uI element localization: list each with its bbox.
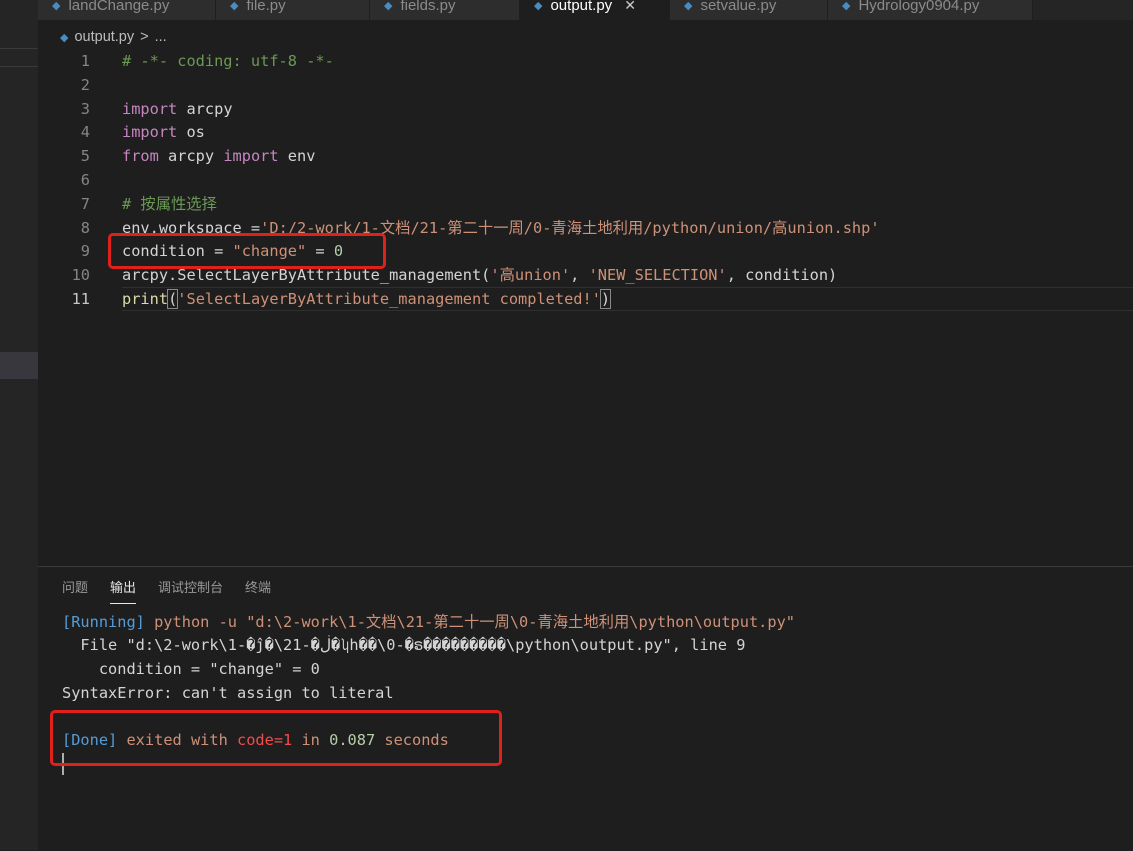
code-token: , (570, 266, 589, 285)
code-token: import (122, 99, 178, 118)
line-number: 3 (80, 99, 90, 118)
breadcrumb: ◆ output.py > ... (60, 26, 167, 48)
code-text: print('SelectLayerByAttribute_management… (122, 287, 612, 311)
code-line[interactable]: 6 (38, 168, 1133, 192)
code-token: 'SelectLayerByAttribute_management compl… (177, 290, 601, 308)
code-line[interactable]: 1 # -*- coding: utf-8 -*- (38, 49, 1133, 73)
breadcrumb-file[interactable]: output.py (74, 29, 134, 45)
code-token: import (223, 147, 279, 166)
breadcrumb-more[interactable]: ... (155, 29, 167, 45)
activity-divider (0, 66, 38, 67)
python-file-icon: ◆ (684, 0, 693, 12)
code-token: os (177, 123, 205, 142)
code-line[interactable]: 11 print('SelectLayerByAttribute_manageme… (38, 287, 1133, 311)
code-text: # -*- coding: utf-8 -*- (122, 49, 334, 73)
tab-output[interactable]: ◆ output.py ✕ (520, 0, 670, 20)
tab-label: setvalue.py (700, 0, 777, 14)
python-file-icon: ◆ (534, 0, 543, 12)
tab-debug-console[interactable]: 调试控制台 (158, 577, 223, 603)
tab-problems[interactable]: 问题 (62, 577, 88, 603)
output-token: SyntaxError: can't assign to literal (62, 684, 394, 702)
code-token: env (278, 147, 316, 166)
tab-file[interactable]: ◆ file.py (216, 0, 370, 20)
bottom-panel: 问题 输出 调试控制台 终端 [Running] python -u "d:\2… (38, 566, 1133, 851)
highlight-box-done (50, 710, 502, 766)
tab-label: Hydrology0904.py (858, 0, 980, 14)
tab-label: file.py (246, 0, 286, 14)
output-token: [Running] (62, 613, 145, 631)
code-text: import os (122, 120, 205, 144)
code-token: from (122, 147, 159, 166)
output-line: condition = "change" = 0 (62, 657, 320, 681)
code-token: arcpy (158, 147, 224, 166)
line-number: 8 (80, 218, 90, 237)
python-file-icon: ◆ (52, 0, 61, 12)
line-number: 6 (80, 171, 90, 189)
python-file-icon: ◆ (842, 0, 851, 12)
tab-label: output.py (550, 0, 613, 14)
tab-output-panel[interactable]: 输出 (110, 577, 137, 604)
code-line[interactable]: 5 from arcpy import env (38, 144, 1133, 168)
breadcrumb-separator: > (140, 29, 149, 45)
output-line: File "d:\2-work\1-�ĵ�\21-�ڶ�ʮһ��\0-�ຣ���… (62, 633, 745, 657)
line-number: 4 (80, 123, 90, 142)
code-token: '高union' (490, 266, 571, 285)
tab-hydrology[interactable]: ◆ Hydrology0904.py (828, 0, 1033, 20)
highlight-box-line9 (108, 233, 386, 269)
python-file-icon: ◆ (384, 0, 393, 12)
code-token: print (122, 290, 169, 308)
output-token: python -u "d:\2-work\1-文档\21-第二十一周\0-青海土… (144, 613, 796, 631)
close-icon[interactable]: ✕ (624, 0, 636, 14)
code-text: from arcpy import env (122, 144, 315, 168)
editor-tab-bar: ◆ landChange.py ◆ file.py ◆ fields.py ◆ … (38, 0, 1133, 20)
tab-terminal[interactable]: 终端 (245, 577, 271, 603)
activity-divider (0, 48, 38, 49)
tab-fields[interactable]: ◆ fields.py (370, 0, 520, 20)
code-text: import arcpy (122, 97, 233, 121)
output-line: [Running] python -u "d:\2-work\1-文档\21-第… (62, 610, 795, 634)
output-line: SyntaxError: can't assign to literal (62, 681, 394, 705)
code-line[interactable]: 2 (38, 73, 1133, 97)
line-number: 11 (71, 290, 90, 308)
tab-landchange[interactable]: ◆ landChange.py (38, 0, 216, 20)
code-line[interactable]: 7 # 按属性选择 (38, 192, 1133, 216)
line-number: 5 (80, 147, 90, 166)
activity-item-selected[interactable] (0, 352, 38, 379)
code-token: # 按属性选择 (122, 194, 217, 213)
code-text: # 按属性选择 (122, 192, 217, 216)
code-token: arcpy (177, 99, 233, 118)
output-token: File "d:\2-work\1-�ĵ�\21-�ڶ�ʮһ��\0-�ຣ���… (62, 636, 746, 654)
tab-label: landChange.py (68, 0, 170, 14)
tab-label: fields.py (400, 0, 456, 14)
output-token: condition = "change" = 0 (62, 660, 320, 678)
line-number: 7 (80, 194, 90, 213)
code-line[interactable]: 4 import os (38, 120, 1133, 144)
panel-tabs: 问题 输出 调试控制台 终端 (62, 577, 293, 604)
line-number: 10 (71, 266, 90, 285)
code-token: # -*- coding: utf-8 -*- (122, 52, 334, 70)
code-editor[interactable]: 1 # -*- coding: utf-8 -*- 2 3 import arcpy 4 i… (38, 49, 1133, 549)
code-token: import (122, 123, 178, 142)
code-token: , condition) (726, 266, 838, 285)
activity-bar (0, 0, 38, 850)
python-file-icon: ◆ (60, 31, 69, 44)
code-token: 'NEW_SELECTION' (588, 266, 727, 285)
line-number: 2 (80, 75, 90, 94)
code-token: ( (167, 289, 179, 309)
line-number: 9 (80, 242, 90, 261)
python-file-icon: ◆ (230, 0, 239, 12)
code-token: ) (599, 289, 612, 309)
code-line[interactable]: 3 import arcpy (38, 97, 1133, 121)
tab-setvalue[interactable]: ◆ setvalue.py (670, 0, 828, 20)
line-number: 1 (80, 52, 90, 70)
